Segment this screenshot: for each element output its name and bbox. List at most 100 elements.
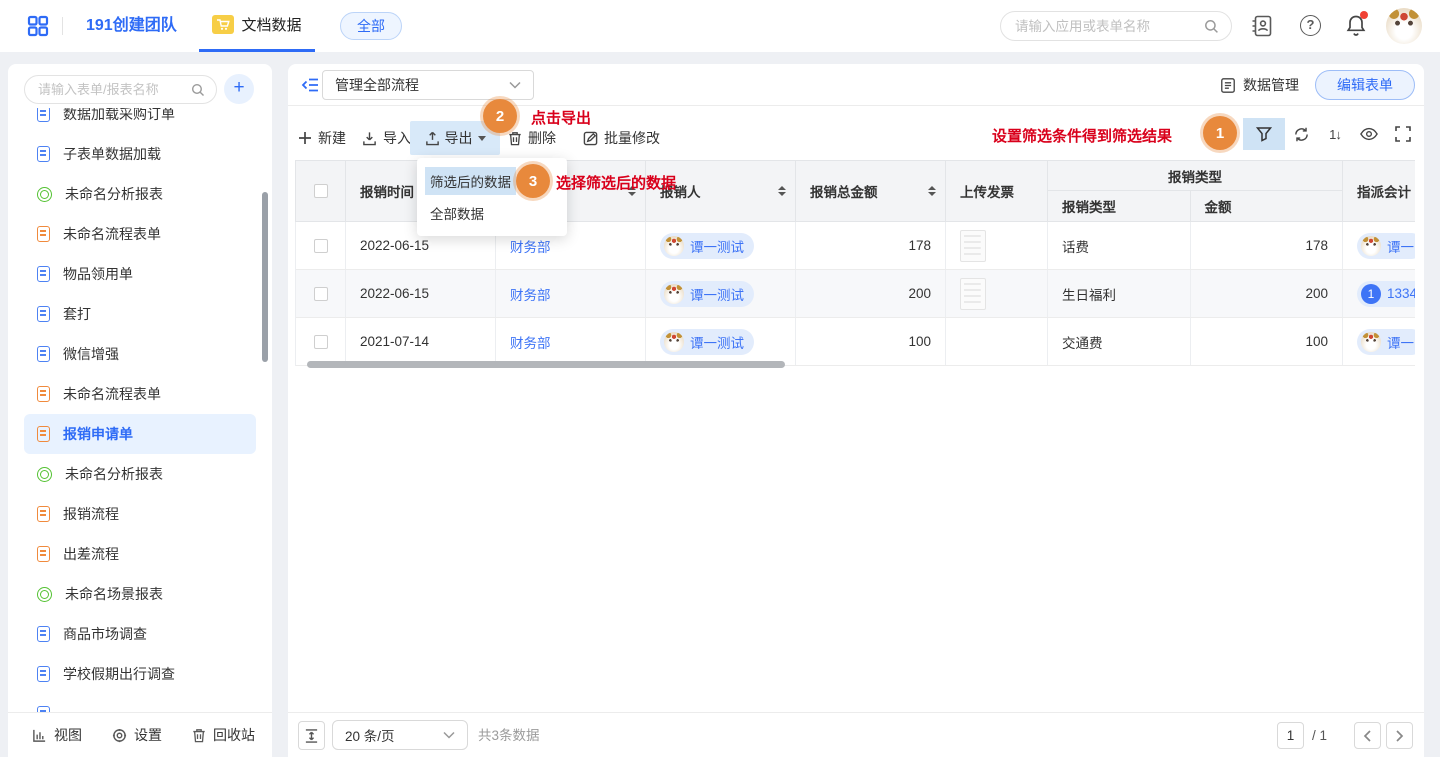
header-total[interactable]: 报销总金额 (796, 161, 946, 221)
sidebar-scrollbar[interactable] (262, 192, 268, 362)
doc-blue-icon (37, 666, 50, 682)
tab-document-data[interactable]: 文档数据 (199, 0, 315, 52)
report-green-icon (37, 467, 52, 482)
fullscreen-icon (1395, 126, 1411, 142)
doc-orange-icon (37, 226, 50, 242)
sidebar-item[interactable]: 未命名流程表单 (24, 214, 256, 254)
row-checkbox[interactable] (314, 239, 328, 253)
current-page-input[interactable]: 1 (1277, 722, 1304, 749)
sidebar-item-label: 商品市场调查 (63, 624, 147, 644)
global-search-input[interactable] (1015, 13, 1195, 39)
assignee-chip[interactable]: 谭一测试 (660, 329, 754, 355)
sidebar-item[interactable]: 未命名流程表单 (24, 374, 256, 414)
table-row[interactable]: 2021-07-14财务部谭一测试100交通费100谭一 (296, 318, 1415, 366)
caret-down-icon (478, 136, 486, 141)
dept-link[interactable]: 财务部 (510, 332, 551, 352)
header-invoice[interactable]: 上传发票 (946, 161, 1048, 221)
form-search-input[interactable] (38, 77, 188, 102)
assignee-chip[interactable]: 谭一 (1357, 233, 1415, 259)
chip-label: 谭一测试 (690, 284, 744, 304)
annotation-step1-text: 设置筛选条件得到筛选结果 (992, 125, 1172, 146)
team-name[interactable]: 191创建团队 (86, 0, 177, 52)
select-all-checkbox[interactable] (314, 184, 328, 198)
scope-all-pill[interactable]: 全部 (340, 12, 402, 40)
assignee-chip[interactable]: 谭一测试 (660, 281, 754, 307)
dept-link[interactable]: 财务部 (510, 236, 551, 256)
user-avatar[interactable] (1386, 8, 1422, 44)
avatar (664, 284, 684, 304)
form-search[interactable] (24, 75, 217, 104)
sidebar-item[interactable]: 微信增强 (24, 334, 256, 374)
contacts-icon[interactable] (1251, 14, 1273, 38)
refresh-icon (1293, 126, 1310, 143)
sidebar-item[interactable]: 商品市场调查 (24, 614, 256, 654)
sidebar-item[interactable] (24, 694, 256, 712)
cell-date: 2021-07-14 (346, 318, 496, 365)
annotation-step3-text: 选择筛选后的数据 (556, 172, 676, 193)
chip-label: 谭一 (1387, 236, 1414, 256)
assignee-chip[interactable]: 11334 (1357, 281, 1415, 307)
sidebar-item[interactable]: 子表单数据加载 (24, 134, 256, 174)
sidebar-item-label: 微信增强 (63, 344, 119, 364)
row-checkbox[interactable] (314, 335, 328, 349)
flow-scope-select[interactable]: 管理全部流程 (322, 70, 534, 100)
cell-select (296, 318, 346, 365)
header-accountant[interactable]: 指派会计 (1343, 161, 1415, 221)
help-icon[interactable] (1300, 15, 1321, 36)
invoice-thumbnail[interactable] (960, 278, 986, 310)
page-size-select[interactable]: 20 条/页 (332, 720, 468, 750)
sidebar-item-selected[interactable]: 报销申请单 (24, 414, 256, 454)
fullscreen-button[interactable] (1393, 124, 1413, 144)
sidebar-item-label: 学校假期出行调查 (63, 664, 175, 684)
edit-form-button[interactable]: 编辑表单 (1315, 70, 1415, 100)
batch-edit-button[interactable]: 批量修改 (583, 121, 660, 155)
menu-item-all-data[interactable]: 全部数据 (417, 197, 567, 229)
views-button[interactable]: 视图 (32, 725, 82, 745)
data-manage-button[interactable]: 数据管理 (1220, 64, 1299, 106)
annotation-step3-circle: 3 (516, 164, 550, 198)
sidebar-item[interactable]: 报销流程 (24, 494, 256, 534)
cell-amount: 200 (1191, 270, 1343, 317)
header-amount[interactable]: 金额 (1191, 191, 1342, 221)
global-search[interactable] (1000, 11, 1232, 41)
prev-page-button[interactable] (1354, 722, 1381, 749)
header-type-group: 报销类型 报销类型 金额 (1048, 161, 1343, 221)
sidebar-item[interactable]: 学校假期出行调查 (24, 654, 256, 694)
sidebar-item[interactable]: 未命名分析报表 (24, 454, 256, 494)
dept-link[interactable]: 财务部 (510, 284, 551, 304)
assignee-chip[interactable]: 谭一 (1357, 329, 1415, 355)
import-button[interactable]: 导入 (362, 121, 411, 155)
sidebar-item[interactable]: 未命名场景报表 (24, 574, 256, 614)
visibility-button[interactable] (1359, 124, 1379, 144)
header-type[interactable]: 报销类型 (1048, 191, 1191, 221)
recycle-bin-button[interactable]: 回收站 (192, 725, 255, 745)
search-icon (191, 83, 205, 97)
refresh-button[interactable] (1291, 124, 1311, 144)
next-page-button[interactable] (1386, 722, 1413, 749)
sidebar-item[interactable]: 套打 (24, 294, 256, 334)
annotation-step1-circle: 1 (1203, 116, 1237, 150)
sort-arrows-icon[interactable] (928, 186, 936, 196)
horizontal-scrollbar[interactable] (307, 361, 785, 368)
apps-grid-icon[interactable] (26, 14, 50, 38)
filter-button[interactable] (1243, 118, 1285, 150)
settings-button[interactable]: 设置 (112, 725, 162, 745)
sidebar-item[interactable]: 出差流程 (24, 534, 256, 574)
sidebar-item[interactable]: 物品领用单 (24, 254, 256, 294)
row-height-button[interactable] (298, 721, 325, 750)
sort-arrows-icon[interactable] (778, 186, 786, 196)
divider (62, 17, 63, 35)
add-form-button[interactable]: + (224, 74, 254, 104)
sidebar-item[interactable]: 未命名分析报表 (24, 174, 256, 214)
new-button[interactable]: 新建 (298, 121, 346, 155)
row-checkbox[interactable] (314, 287, 328, 301)
annotation-step2-text: 点击导出 (531, 107, 591, 128)
table-row[interactable]: 2022-06-15财务部谭一测试200生日福利20011334 (296, 270, 1415, 318)
sort-button[interactable]: 1↓ (1325, 124, 1345, 144)
notification-bell-icon[interactable] (1345, 13, 1367, 39)
sidebar-item[interactable]: 数据加载采购订单 (24, 108, 256, 134)
chip-label: 谭一 (1387, 332, 1414, 352)
collapse-sidebar-icon[interactable] (300, 75, 320, 95)
assignee-chip[interactable]: 谭一测试 (660, 233, 754, 259)
invoice-thumbnail[interactable] (960, 230, 986, 262)
